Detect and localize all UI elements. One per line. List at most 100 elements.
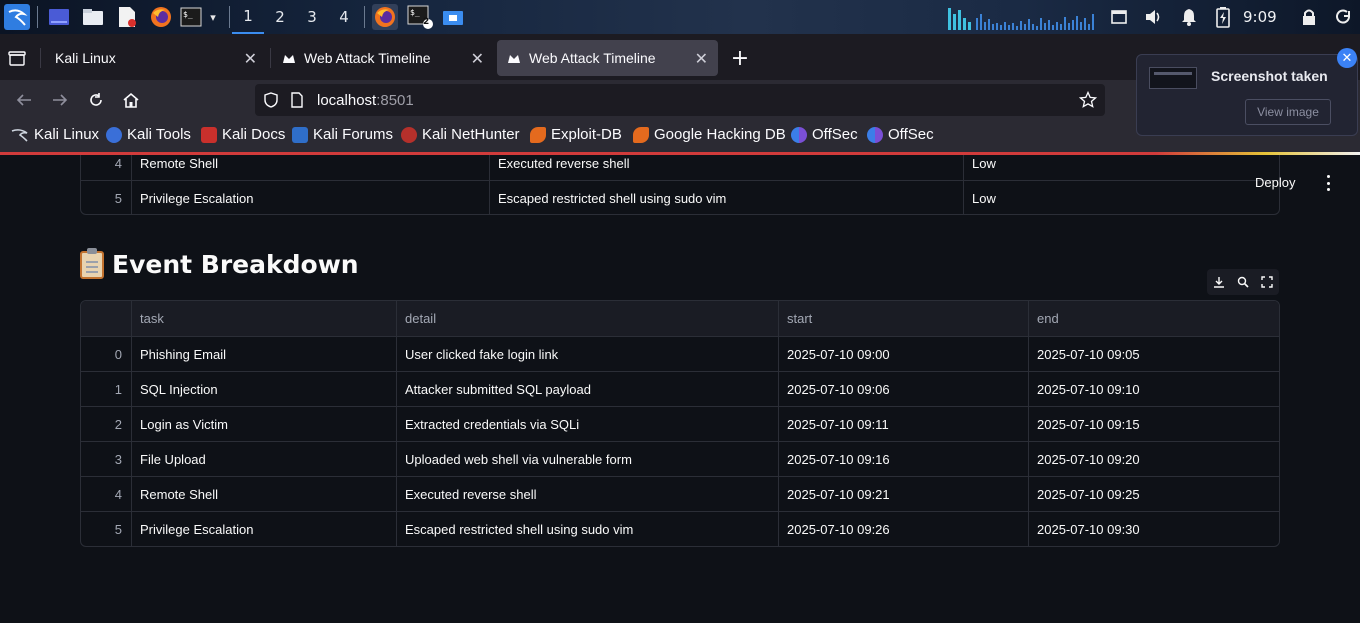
bookmark-kali-docs[interactable]: Kali Docs xyxy=(201,126,285,143)
tab-separator xyxy=(270,48,271,68)
firefox-icon[interactable] xyxy=(149,4,173,30)
start-cell[interactable]: 2025-07-10 09:21 xyxy=(778,477,1028,512)
task-cell[interactable]: Privilege Escalation xyxy=(131,512,396,546)
lock-icon[interactable] xyxy=(1300,4,1318,30)
end-cell[interactable]: 2025-07-10 09:20 xyxy=(1028,442,1279,477)
download-icon[interactable] xyxy=(1211,274,1227,290)
view-image-button[interactable]: View image xyxy=(1245,99,1331,125)
detail-cell[interactable]: User clicked fake login link xyxy=(396,337,778,372)
power-icon[interactable] xyxy=(1334,4,1354,30)
terminal-task-icon[interactable]: $_ 2 xyxy=(406,4,434,30)
back-button[interactable] xyxy=(12,88,36,112)
start-cell[interactable]: 2025-07-10 09:11 xyxy=(778,407,1028,442)
deploy-button[interactable]: Deploy xyxy=(1255,175,1295,190)
bookmark-offsec-2[interactable]: OffSec xyxy=(867,126,934,143)
dropdown-icon[interactable]: ▾ xyxy=(205,4,221,30)
screenshot-notification[interactable]: Screenshot taken View image xyxy=(1136,54,1358,136)
workspace-3[interactable]: 3 xyxy=(296,0,328,34)
exploit-db-icon xyxy=(530,126,546,143)
task-cell[interactable]: Login as Victim xyxy=(131,407,396,442)
detail-cell[interactable]: Escaped restricted shell using sudo vim xyxy=(489,181,963,214)
workspace-2[interactable]: 2 xyxy=(264,0,296,34)
bookmark-kali-forums[interactable]: Kali Forums xyxy=(292,126,393,143)
screen-icon[interactable] xyxy=(1110,4,1128,30)
page-icon[interactable] xyxy=(290,92,304,108)
column-header-task[interactable]: task xyxy=(131,301,396,336)
main-menu-icon[interactable] xyxy=(1320,173,1336,193)
column-header-start[interactable]: start xyxy=(778,301,1028,336)
home-button[interactable] xyxy=(119,88,143,112)
end-cell[interactable]: 2025-07-10 09:05 xyxy=(1028,337,1279,372)
end-cell[interactable]: 2025-07-10 09:30 xyxy=(1028,512,1279,546)
file-manager-task-icon[interactable] xyxy=(442,4,464,30)
event-breakdown-table[interactable]: task detail start end 0 Phishing Email U… xyxy=(80,300,1280,547)
tab-label: Web Attack Timeline xyxy=(529,50,656,66)
task-cell[interactable]: Privilege Escalation xyxy=(131,181,489,214)
severity-cell[interactable]: Low xyxy=(963,181,1279,214)
text-editor-icon[interactable] xyxy=(116,4,138,30)
separator xyxy=(229,6,230,28)
bookmark-kali-linux[interactable]: Kali Linux xyxy=(11,126,99,143)
svg-text:$_: $_ xyxy=(410,8,420,17)
task-cell[interactable]: SQL Injection xyxy=(131,372,396,407)
bookmark-label: Exploit-DB xyxy=(551,126,622,143)
start-cell[interactable]: 2025-07-10 09:16 xyxy=(778,442,1028,477)
terminal-icon[interactable]: $_ xyxy=(180,4,202,30)
file-manager-icon[interactable] xyxy=(82,4,104,30)
end-cell[interactable]: 2025-07-10 09:10 xyxy=(1028,372,1279,407)
close-icon[interactable]: ✕ xyxy=(244,49,257,68)
tab-kali-linux[interactable]: Kali Linux ✕ xyxy=(45,40,267,76)
reload-button[interactable] xyxy=(84,88,108,112)
tab-overview-icon[interactable] xyxy=(8,40,32,76)
start-cell[interactable]: 2025-07-10 09:06 xyxy=(778,372,1028,407)
close-icon[interactable]: ✕ xyxy=(695,49,708,68)
tab-web-attack-timeline[interactable]: Web Attack Timeline ✕ xyxy=(272,40,494,76)
detail-cell[interactable]: Escaped restricted shell using sudo vim xyxy=(396,512,778,546)
bookmark-kali-tools[interactable]: Kali Tools xyxy=(106,126,191,143)
bookmark-offsec[interactable]: OffSec xyxy=(791,126,858,143)
close-icon[interactable]: ✕ xyxy=(1337,48,1357,68)
detail-cell[interactable]: Extracted credentials via SQLi xyxy=(396,407,778,442)
close-icon[interactable]: ✕ xyxy=(471,49,484,68)
kali-menu-icon[interactable] xyxy=(4,4,30,30)
start-cell[interactable]: 2025-07-10 09:00 xyxy=(778,337,1028,372)
severity-cell[interactable]: Low xyxy=(963,155,1279,181)
detail-cell[interactable]: Uploaded web shell via vulnerable form xyxy=(396,442,778,477)
detail-cell[interactable]: Executed reverse shell xyxy=(396,477,778,512)
bookmark-kali-nethunter[interactable]: Kali NetHunter xyxy=(401,126,520,143)
fullscreen-icon[interactable] xyxy=(1259,274,1275,290)
column-header-detail[interactable]: detail xyxy=(396,301,778,336)
shield-icon[interactable] xyxy=(263,92,279,108)
end-cell[interactable]: 2025-07-10 09:15 xyxy=(1028,407,1279,442)
url-text[interactable]: localhost:8501 xyxy=(317,92,414,109)
detail-cell[interactable]: Attacker submitted SQL payload xyxy=(396,372,778,407)
index-header xyxy=(81,301,131,336)
start-cell[interactable]: 2025-07-10 09:26 xyxy=(778,512,1028,546)
tab-web-attack-timeline-active[interactable]: Web Attack Timeline ✕ xyxy=(497,40,718,76)
task-cell[interactable]: Phishing Email xyxy=(131,337,396,372)
workspace-4[interactable]: 4 xyxy=(328,0,360,34)
timeline-table[interactable]: 4 Remote Shell Executed reverse shell Lo… xyxy=(80,155,1280,215)
table-row: 0 Phishing Email User clicked fake login… xyxy=(81,336,1279,372)
column-header-end[interactable]: end xyxy=(1028,301,1279,336)
desktop-icon[interactable] xyxy=(48,4,70,30)
task-cell[interactable]: Remote Shell xyxy=(131,155,489,181)
bell-icon[interactable] xyxy=(1180,4,1198,30)
task-cell[interactable]: Remote Shell xyxy=(131,477,396,512)
end-cell[interactable]: 2025-07-10 09:25 xyxy=(1028,477,1279,512)
kali-docs-icon xyxy=(201,126,217,143)
workspace-1[interactable]: 1 xyxy=(232,0,264,34)
bookmark-label: Kali Tools xyxy=(127,126,191,143)
detail-cell[interactable]: Executed reverse shell xyxy=(489,155,963,181)
forward-button[interactable] xyxy=(48,88,72,112)
bookmark-exploit-db[interactable]: Exploit-DB xyxy=(530,126,622,143)
url-bar[interactable]: localhost:8501 xyxy=(255,84,1105,116)
new-tab-button[interactable]: + xyxy=(728,40,752,76)
bookmark-star-icon[interactable] xyxy=(1079,91,1097,109)
search-icon[interactable] xyxy=(1235,274,1251,290)
firefox-task-icon[interactable] xyxy=(372,4,398,30)
terminal-badge: 2 xyxy=(423,17,430,27)
task-cell[interactable]: File Upload xyxy=(131,442,396,477)
bookmark-google-hacking-db[interactable]: Google Hacking DB xyxy=(633,126,786,143)
volume-icon[interactable] xyxy=(1144,4,1164,30)
